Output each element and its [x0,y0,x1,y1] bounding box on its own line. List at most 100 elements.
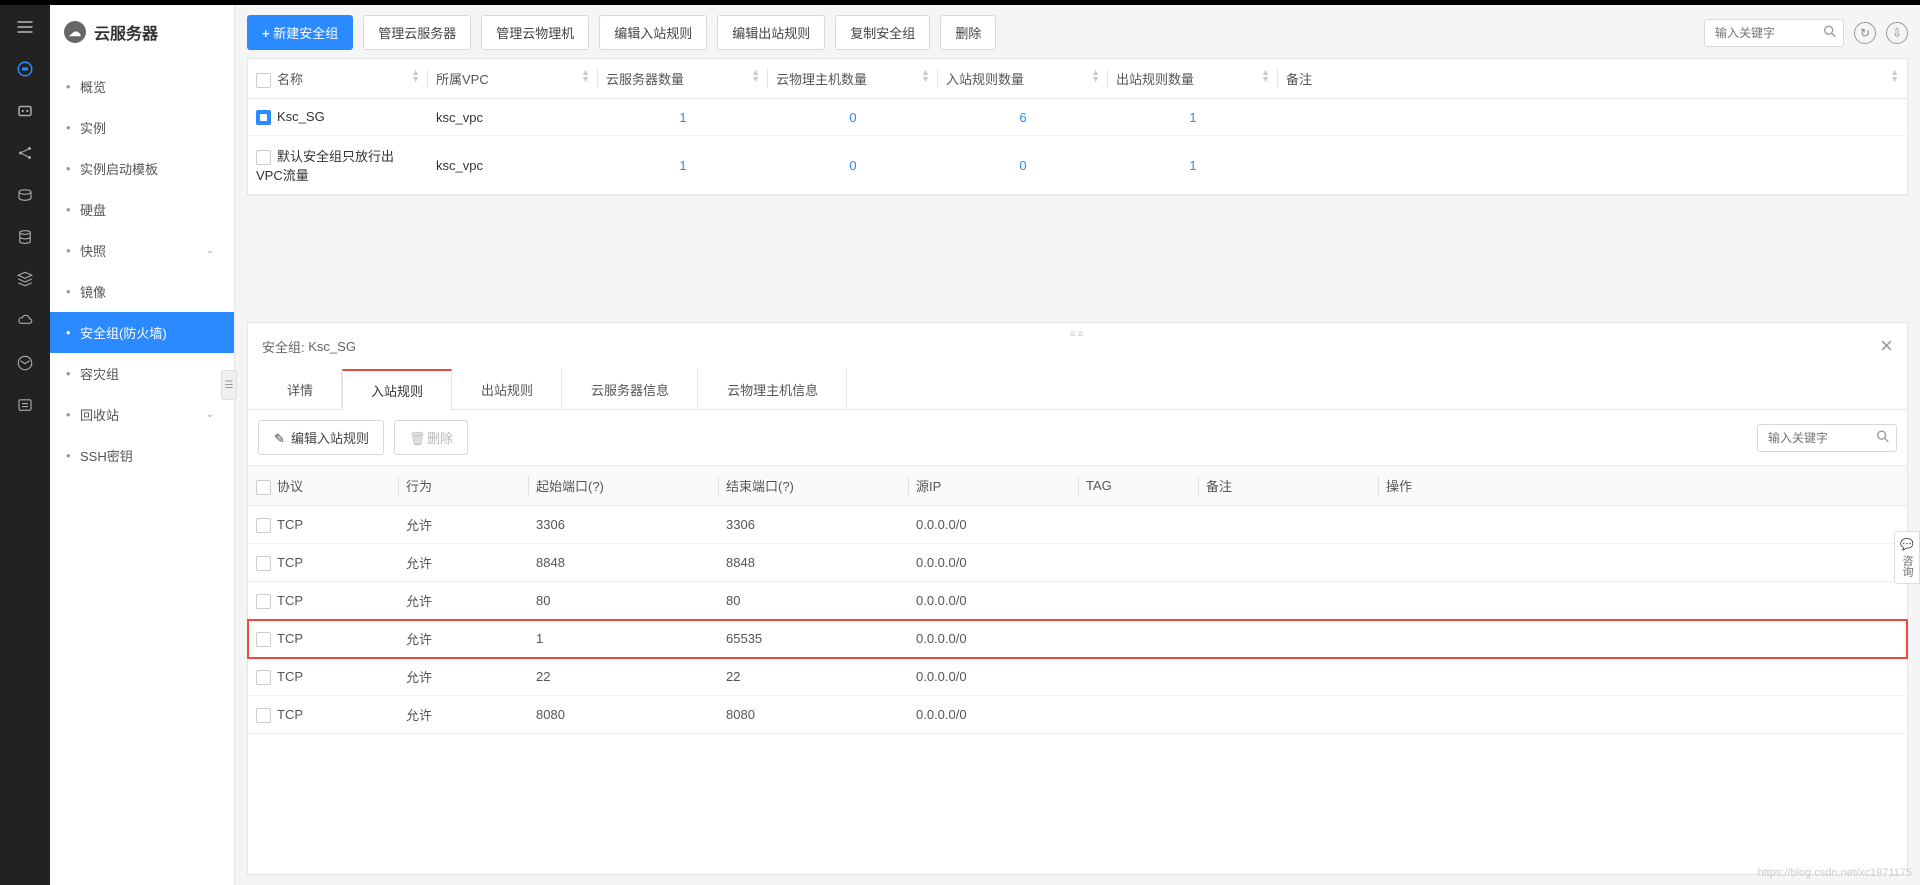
consult-float[interactable]: 💬 咨询 [1894,531,1920,584]
sort-icon[interactable]: ▲▼ [581,69,590,83]
sidebar-header: ☁ 云服务器 [50,5,234,60]
drag-handle-icon[interactable]: ≡≡ [1070,329,1086,340]
sidebar-title: 云服务器 [94,20,158,44]
rule-subbar: ✎编辑入站规则 🗑删除 [248,410,1907,465]
edit-icon: ✎ [273,431,286,444]
out-count-link[interactable]: 1 [1189,158,1196,173]
manage-server-button[interactable]: 管理云服务器 [363,15,471,50]
icon-rail [0,5,50,885]
sidebar-item-4[interactable]: 快照 ⌄ [50,230,234,271]
chevron-down-icon: ⌄ [206,409,214,420]
sidebar-item-5[interactable]: 镜像 [50,271,234,312]
rail-stack-icon[interactable] [13,267,37,291]
edit-rule-button[interactable]: ✎编辑入站规则 [258,420,384,455]
sg-select-all[interactable] [256,73,271,88]
rail-cloud-icon[interactable] [13,309,37,333]
rule-checkbox[interactable] [256,518,271,533]
sidebar-item-label: 快照 [80,241,106,260]
watermark: https://blog.csdn.net/xc1971175 [1757,867,1912,879]
server-count-link[interactable]: 1 [679,110,686,125]
server-count-link[interactable]: 1 [679,158,686,173]
sidebar-item-3[interactable]: 硬盘 [50,189,234,230]
tab-inbound[interactable]: 入站规则 [342,369,452,410]
sg-search [1704,19,1844,47]
rule-checkbox[interactable] [256,708,271,723]
edit-in-button[interactable]: 编辑入站规则 [599,15,707,50]
tab-outbound[interactable]: 出站规则 [452,369,562,410]
sort-icon[interactable]: ▲▼ [1261,69,1270,83]
search-icon[interactable] [1875,428,1891,447]
sidebar-item-label: 回收站 [80,405,119,424]
sidebar-item-2[interactable]: 实例启动模板 [50,148,234,189]
rule-search [1757,424,1897,452]
sort-icon[interactable]: ▲▼ [1890,69,1899,83]
sidebar: ☁ 云服务器 概览实例实例启动模板硬盘快照 ⌄ 镜像安全组(防火墙) 容灾组回收站 ⌄ S… [50,5,235,885]
tab-detail[interactable]: 详情 [258,369,342,410]
sg-table-card: 名称▲▼ 所属VPC▲▼ 云服务器数量▲▼ 云物理主机数量▲▼ 入站规则数量▲▼… [247,58,1908,196]
chevron-down-icon: ⌄ [206,245,214,256]
rail-dashboard-icon[interactable] [13,99,37,123]
sg-row[interactable]: 默认安全组只放行出VPC流量ksc_vpc1001 [248,136,1907,195]
sidebar-item-9[interactable]: SSH密钥 [50,435,234,476]
rule-row[interactable]: TCP允许330633060.0.0.0/0 [248,506,1907,544]
new-sg-button[interactable]: 新建安全组 [247,15,353,50]
sidebar-item-label: 概览 [80,77,106,96]
in-count-link[interactable]: 0 [1019,158,1026,173]
server-icon: ☁ [64,21,86,43]
in-count-link[interactable]: 6 [1019,110,1026,125]
detail-name: Ksc_SG [308,339,356,354]
sidebar-item-label: 实例启动模板 [80,159,158,178]
sidebar-item-0[interactable]: 概览 [50,66,234,107]
delete-rule-button[interactable]: 🗑删除 [394,420,468,455]
rule-checkbox[interactable] [256,632,271,647]
delete-sg-button[interactable]: 删除 [940,15,996,50]
sidebar-item-1[interactable]: 实例 [50,107,234,148]
close-icon[interactable]: × [1880,333,1893,359]
sidebar-item-6[interactable]: 安全组(防火墙) [50,312,234,353]
rule-row[interactable]: TCP允许1655350.0.0.0/0 [248,620,1907,658]
sort-icon[interactable]: ▲▼ [1091,69,1100,83]
sidebar-item-label: 实例 [80,118,106,137]
edit-out-button[interactable]: 编辑出站规则 [717,15,825,50]
rail-share-icon[interactable] [13,141,37,165]
phys-count-link[interactable]: 0 [849,158,856,173]
menu-icon[interactable] [13,15,37,39]
sort-icon[interactable]: ▲▼ [751,69,760,83]
row-checkbox[interactable] [256,150,271,165]
sg-row[interactable]: Ksc_SGksc_vpc1061 [248,99,1907,136]
refresh-icon[interactable]: ↻ [1854,22,1876,44]
sidebar-item-label: 安全组(防火墙) [80,323,167,342]
rail-db-icon[interactable] [13,225,37,249]
rule-checkbox[interactable] [256,670,271,685]
rule-select-all[interactable] [256,480,271,495]
rail-disk-icon[interactable] [13,183,37,207]
rail-mail-icon[interactable] [13,351,37,375]
download-icon[interactable]: ⇩ [1886,22,1908,44]
rule-checkbox[interactable] [256,556,271,571]
main: 新建安全组 管理云服务器 管理云物理机 编辑入站规则 编辑出站规则 复制安全组 … [235,5,1920,885]
row-checkbox[interactable] [256,110,271,125]
phys-count-link[interactable]: 0 [849,110,856,125]
tab-phys-info[interactable]: 云物理主机信息 [698,369,847,410]
detail-panel: ≡≡ 安全组: Ksc_SG × 详情 入站规则 出站规则 云服务器信息 云物理… [247,322,1908,875]
tab-server-info[interactable]: 云服务器信息 [562,369,698,410]
sidebar-toggle[interactable]: ☰ [221,370,237,400]
rule-row[interactable]: TCP允许80800.0.0.0/0 [248,582,1907,620]
sidebar-item-8[interactable]: 回收站 ⌄ [50,394,234,435]
rail-server-icon[interactable] [13,57,37,81]
copy-sg-button[interactable]: 复制安全组 [835,15,930,50]
sg-table: 名称▲▼ 所属VPC▲▼ 云服务器数量▲▼ 云物理主机数量▲▼ 入站规则数量▲▼… [248,59,1907,195]
detail-tabs: 详情 入站规则 出站规则 云服务器信息 云物理主机信息 [248,369,1907,410]
rule-row[interactable]: TCP允许22220.0.0.0/0 [248,658,1907,696]
rail-list-icon[interactable] [13,393,37,417]
trash-icon: 🗑 [409,431,422,444]
rule-row[interactable]: TCP允许808080800.0.0.0/0 [248,696,1907,734]
rule-checkbox[interactable] [256,594,271,609]
sidebar-item-7[interactable]: 容灾组 [50,353,234,394]
search-icon[interactable] [1822,23,1838,42]
manage-physical-button[interactable]: 管理云物理机 [481,15,589,50]
sort-icon[interactable]: ▲▼ [411,69,420,83]
rule-row[interactable]: TCP允许884888480.0.0.0/0 [248,544,1907,582]
sort-icon[interactable]: ▲▼ [921,69,930,83]
out-count-link[interactable]: 1 [1189,110,1196,125]
